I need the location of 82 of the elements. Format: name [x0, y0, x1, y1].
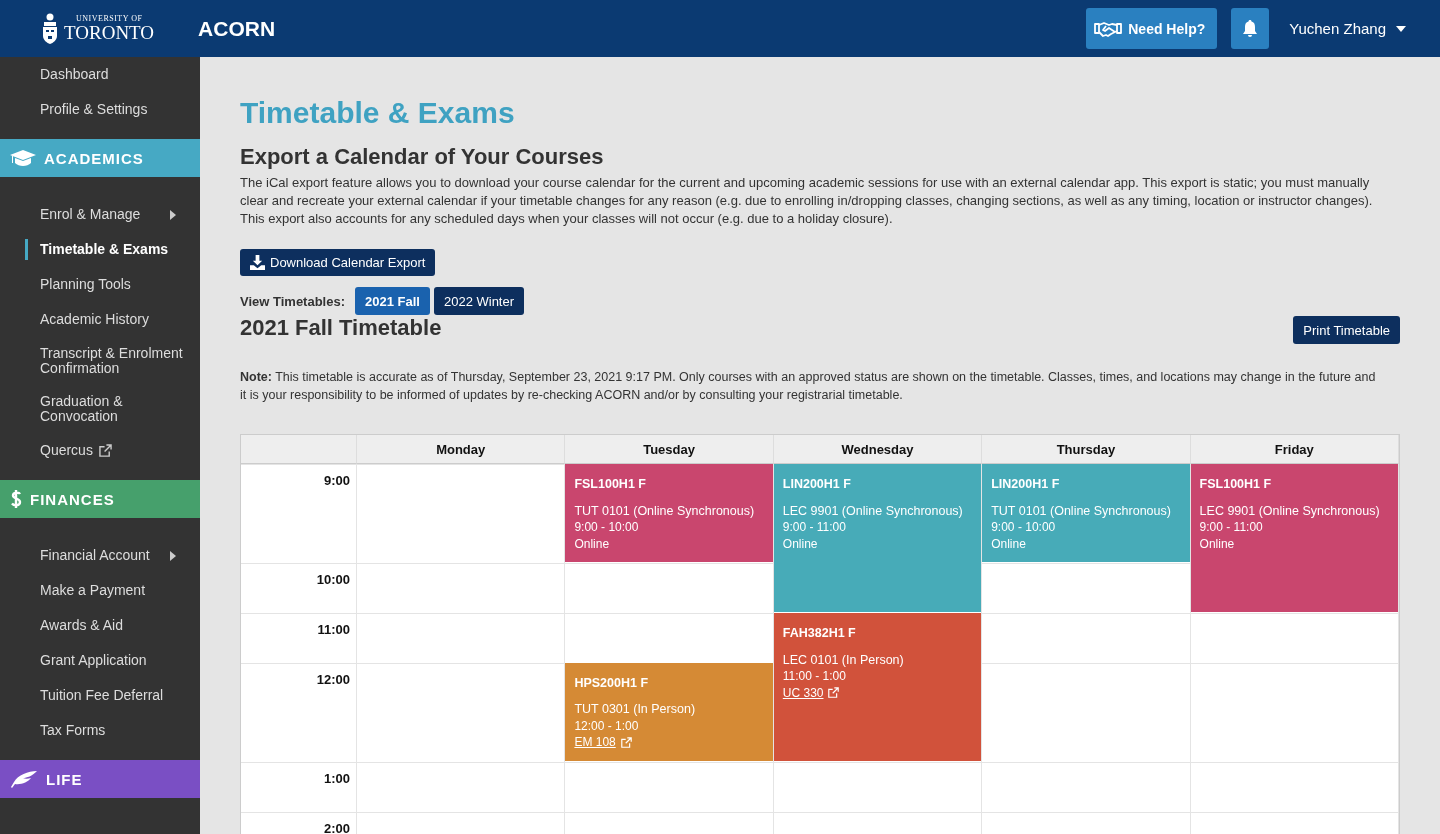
location-text: Online [574, 535, 611, 552]
nav-item[interactable]: Make a Payment [0, 573, 200, 608]
course-block[interactable]: FAH382H1 F LEC 0101 (In Person) 11:00 - 1:00 UC 330 [773, 613, 982, 762]
bell-icon [1242, 19, 1259, 38]
nav-item[interactable]: Tuition Fee Deferral [0, 678, 200, 713]
nav-item[interactable]: Grant Application [0, 643, 200, 678]
logo-text: UNIVERSITY OF [75, 15, 144, 23]
course-code: LIN200H1 F [991, 476, 1061, 493]
nav-item[interactable]: Timetable & Exams [0, 232, 200, 267]
nav-item[interactable]: Planning Tools [0, 267, 200, 302]
caret-icon [1396, 25, 1406, 32]
section-header[interactable]: LIFE [0, 760, 200, 798]
user-menu[interactable]: Yuchen Zhang [1283, 20, 1412, 37]
nav-item[interactable]: Awards & Aid [0, 608, 200, 643]
notifications-button[interactable] [1231, 8, 1270, 49]
caret-right-icon [170, 550, 176, 561]
print-button[interactable]: Print Timetable [1293, 316, 1400, 344]
app-name: ACORN [198, 16, 276, 41]
section-text: TUT 0301 (In Person) [574, 701, 697, 718]
external-link-icon [620, 737, 632, 748]
section-text: LEC 0101 (In Person) [782, 651, 905, 669]
nav-item[interactable]: Tax Forms [0, 713, 200, 748]
section-text: TUT 0101 (Online Synchronous) [991, 502, 1172, 519]
section-text: TUT 0101 (Online Synchronous) [574, 502, 756, 519]
day-header: Monday [357, 435, 566, 464]
nav-item[interactable]: Transcript & Enrolment Confirmation [0, 337, 200, 385]
time-text: 9:00 - 11:00 [1199, 519, 1264, 536]
location-link[interactable]: UC 330 [782, 684, 824, 702]
time-text: 9:00 - 11:00 [782, 519, 847, 536]
nav-item[interactable]: Quercus [0, 433, 200, 468]
time-text: 9:00 - 10:00 [991, 519, 1057, 536]
external-link-icon [98, 444, 112, 457]
day-header: Friday [1190, 435, 1399, 464]
course-code: FSL100H1 F [574, 476, 647, 493]
caret-right-icon [170, 209, 176, 220]
view-timetables-label: View Timetables: [240, 293, 345, 309]
note-text: Note: This timetable is accurate as of Thursday, September 23, 2021 9:17 PM. Only courses with an approved status are shown on the timetable. Classes, times, and locations may change in the future and it is your responsibility to be informed of updates by re-checking ACORN and/or by consulting your registrarial timetable. [240, 369, 1377, 404]
external-link-icon [828, 687, 840, 699]
term-button[interactable]: 2022 Winter [433, 287, 525, 315]
time-label: 11:00 [241, 613, 357, 663]
timetable-title: 2021 Fall Timetable [240, 315, 442, 341]
day-header: Wednesday [773, 435, 983, 464]
location-text: Online [1199, 535, 1236, 552]
handshake-icon [1094, 19, 1123, 38]
help-button[interactable]: Need Help? [1086, 8, 1218, 49]
time-label: 10:00 [241, 563, 357, 614]
time-text: 11:00 - 1:00 [782, 668, 847, 685]
location-text: Online [991, 535, 1027, 552]
section-text: LEC 9901 (Online Synchronous) [782, 502, 964, 519]
download-icon [250, 255, 265, 270]
course-code: HPS200H1 F [574, 674, 650, 692]
nav-item[interactable]: Dashboard [0, 57, 200, 92]
time-label: 12:00 [241, 662, 357, 763]
course-block[interactable]: FSL100H1 F LEC 9901 (Online Synchronous) 9:00 - 11:00 Online [1190, 464, 1398, 613]
nav-item[interactable]: Financial Account [0, 538, 200, 573]
feather-icon [10, 770, 38, 788]
term-button[interactable]: 2021 Fall [355, 287, 430, 315]
time-text: 9:00 - 10:00 [574, 519, 640, 536]
section-heading: Export a Calendar of Your Courses [240, 144, 605, 170]
course-code: LIN200H1 F [782, 476, 852, 493]
graduation-cap-icon [10, 150, 36, 166]
course-code: FAH382H1 F [782, 625, 857, 642]
location-text: Online [782, 535, 819, 552]
crest-icon [40, 12, 60, 45]
section-text: LEC 9901 (Online Synchronous) [1199, 502, 1381, 519]
nav-item[interactable]: Graduation & Convocation [0, 385, 200, 433]
course-block[interactable]: FSL100H1 F TUT 0101 (Online Synchronous) 9:00 - 10:00 Online [565, 464, 773, 563]
day-header: Tuesday [565, 435, 774, 464]
page-title: Timetable & Exams [240, 95, 516, 131]
time-label: 1:00 [241, 762, 357, 812]
time-label: 9:00 [241, 464, 357, 564]
nav-item[interactable]: Profile & Settings [0, 92, 200, 127]
download-button[interactable]: Download Calendar Export [240, 249, 436, 276]
time-text: 12:00 - 1:00 [574, 717, 640, 735]
day-header: Thursday [982, 435, 1191, 464]
nav-item[interactable]: Enrol & Manage [0, 197, 200, 232]
nav-item[interactable]: Academic History [0, 302, 200, 337]
description-text: The iCal export feature allows you to download your course calendar for the current and upcoming academic sessions for use with an external calendar app. This export is static; you must manually clear and recreate your external calendar if your timetable changes for any reason (e.g. due to enrolling in/dropping classes, changing sections, as well as any timing, location or instructor changes). This export also accounts for any scheduled days when your classes will not occur (e.g. due to a holiday closure). [240, 174, 1374, 228]
logo-text: TORONTO [64, 23, 155, 42]
dollar-icon [10, 489, 22, 509]
course-code: FSL100H1 F [1199, 476, 1273, 493]
time-label: 2:00 [241, 811, 357, 834]
